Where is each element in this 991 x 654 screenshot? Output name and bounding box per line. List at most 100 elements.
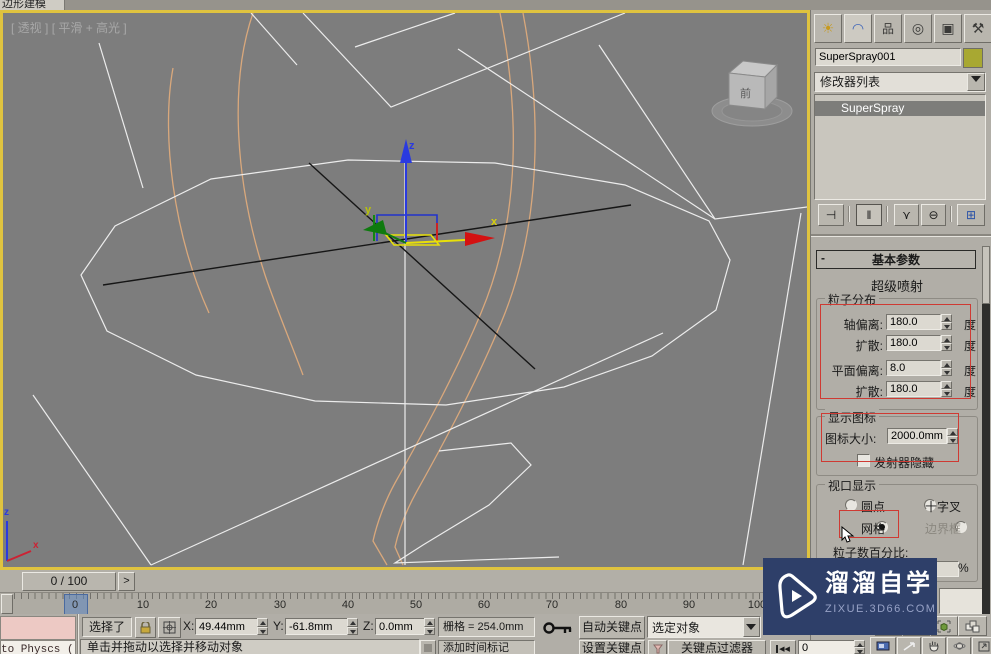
spread2-spinner[interactable] [941,381,952,397]
off-axis-field[interactable] [886,314,941,330]
radio-dot-label[interactable]: 圆点 [861,498,885,515]
viewcube-front-label: 前 [740,86,751,100]
tab-modify[interactable]: ◠ [844,14,872,43]
pin-stack-button[interactable]: ⊣ [818,204,844,226]
transform-gizmo[interactable]: z x y [363,139,498,246]
show-end-result-button[interactable]: ‖ [856,204,882,226]
object-color-swatch[interactable] [963,48,983,68]
open-mini-curve-editor-button[interactable] [1,594,13,614]
maxscript-mini-listener-white[interactable]: to Physcs ( [0,640,76,654]
tab-hierarchy[interactable]: 品 [874,14,902,43]
tick-50: 50 [409,599,423,611]
off-axis-spinner[interactable] [941,314,952,330]
add-time-tag-box[interactable]: 添加时间标记 [438,640,535,654]
off-axis-label: 轴偏离: [843,318,883,332]
x-coord-spinner[interactable] [257,618,268,635]
maximize-viewport-button[interactable] [972,637,991,654]
zoom-region-button[interactable] [897,637,921,654]
y-coord-label: Y: [273,619,284,633]
emitter-hidden-checkbox[interactable] [857,454,870,467]
perspective-viewport[interactable]: z x y 前 z x [ 透视 ] [ 平滑 + 高光] [0,10,810,570]
selection-status-box: 选择了 [82,617,132,637]
off-plane-label: 平面偏离: [831,364,883,378]
prompt-line: 单击并拖动以选择并移动对象 [80,639,420,654]
y-coord-field[interactable] [285,618,349,635]
orbit-button[interactable] [947,637,971,654]
selection-set-value: 选定对象 [652,621,701,635]
modifier-list-arrow-button[interactable] [967,73,985,91]
icon-size-field[interactable] [887,428,947,444]
emitter-hidden-label: 发射器隐藏 [874,456,935,470]
key-filters-button[interactable]: 关键点过滤器 [668,640,766,654]
radio-mesh-label[interactable]: 网格 [861,520,885,537]
spread1-spinner[interactable] [941,335,952,351]
selection-set-combo[interactable]: 选定对象 [647,616,761,638]
spread1-field[interactable] [886,335,941,351]
make-unique-button[interactable]: ⋎ [894,204,919,226]
z-coord-field[interactable] [375,618,429,635]
go-to-start-button[interactable]: ◀◀ [770,640,796,654]
remove-modifier-button[interactable]: ⊖ [921,204,946,226]
gizmo-y-label: y [365,204,372,216]
pan-hand-icon [929,641,939,652]
z-coord-spinner[interactable] [424,618,435,635]
x-coord-field[interactable] [195,618,259,635]
viewcube[interactable]: 前 [711,60,793,127]
show-end-result-icon: ‖ [866,208,872,222]
white-wireframe [32,13,807,566]
panel-scrollbar[interactable] [982,246,990,654]
time-slider-track[interactable]: 0 / 100 > [0,570,810,593]
rollout-title: 基本参数 [871,253,920,267]
selection-set-arrow-button[interactable] [743,617,760,637]
time-configuration-button[interactable] [870,637,896,654]
spread1-unit: 度 [964,339,977,353]
y-coord-spinner[interactable] [347,618,358,635]
next-frame-button[interactable]: > [118,572,135,591]
modifier-stack-list[interactable]: SuperSpray [814,94,986,200]
spread2-field[interactable] [886,381,941,397]
emitter-cross-lines [102,162,632,370]
grid-readout-text: 栅格 = 254.0mm [443,621,524,633]
tab-motion[interactable]: ◎ [904,14,932,43]
spread2-label: 扩散: [855,385,883,399]
off-plane-field[interactable] [886,360,941,376]
watermark-title: 溜溜自学 [825,570,933,597]
key-filters-icon-button[interactable] [648,640,667,654]
viewport-persp-label[interactable]: [ 透视 ] [11,21,48,35]
modifier-list-dropdown[interactable]: 修改器列表 [814,72,986,92]
configure-modifier-sets-button[interactable]: ⊞ [957,204,985,226]
pin-icon: ⊣ [825,208,837,222]
tab-utilities[interactable]: ⚒ [964,14,991,43]
pan-button[interactable] [922,637,946,654]
absolute-offset-toggle[interactable] [158,617,181,638]
off-plane-spinner[interactable] [941,360,952,376]
time-tag-icon-button[interactable] [420,640,436,654]
radio-dot[interactable] [845,499,857,511]
viewport-label[interactable]: [ 透视 ] [ 平滑 + 高光 ] [11,19,127,36]
maxscript-mini-listener-pink[interactable] [0,616,76,640]
basic-params-rollout-header[interactable]: - 基本参数 [816,250,976,269]
tab-create[interactable]: ☀ [814,14,842,43]
viewport-shading-label[interactable]: [ 平滑 + 高光 ] [52,21,127,35]
modifier-stack-item-superspray[interactable]: SuperSpray [815,101,985,116]
remove-modifier-icon: ⊖ [928,208,939,222]
absolute-mode-icon [163,621,176,634]
selection-lock-button[interactable] [135,617,156,638]
tab-display[interactable]: ▣ [934,14,962,43]
time-slider-handle[interactable]: 0 / 100 [22,572,116,591]
auto-key-button[interactable]: 自动关键点 [579,616,645,639]
prompt-text: 单击并拖动以选择并移动对象 [87,640,244,654]
ribbon-tab-polygon-modeling[interactable]: 边形建模 [0,0,65,10]
current-frame-spinner[interactable] [854,640,865,654]
panel-scrollbar-thumb[interactable] [982,246,990,304]
icon-size-spinner[interactable] [947,428,958,444]
zoom-region-icon [903,641,915,651]
current-frame-field[interactable] [798,640,858,654]
object-name-field[interactable] [815,48,961,66]
set-key-button[interactable]: 设置关键点 [579,640,645,654]
set-keys-button[interactable] [541,616,575,640]
max-application-window: 边形建模 z x y 前 z x [透视] [平滑 + 高光] ☀ ◠ … [0,0,991,654]
zoom-extents-all-button[interactable] [958,616,987,636]
track-bar[interactable]: 0 10 20 30 40 50 60 70 80 90 100 [0,593,810,615]
radio-ticks-label[interactable]: 十字叉 [925,498,961,515]
